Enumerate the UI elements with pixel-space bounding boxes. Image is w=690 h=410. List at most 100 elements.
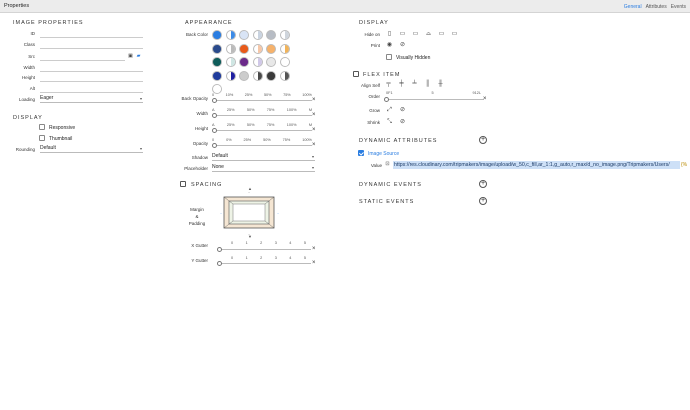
width-track[interactable] (214, 115, 312, 116)
color-swatch[interactable] (266, 30, 276, 40)
color-swatch[interactable] (225, 43, 236, 54)
phone-landscape-icon[interactable]: ▭ (399, 31, 406, 37)
shadow-value: Default (212, 153, 228, 159)
shrink-icon[interactable]: ⤡ (386, 119, 393, 125)
phone-portrait-icon[interactable]: ▯ (386, 31, 393, 37)
swatch-half (244, 58, 248, 66)
tab-general[interactable]: General (624, 4, 642, 10)
alt-field[interactable] (40, 92, 143, 93)
responsive-checkbox[interactable] (39, 124, 45, 130)
height-field[interactable] (40, 81, 143, 82)
color-swatch[interactable] (266, 43, 276, 54)
height-slider-handle[interactable] (212, 128, 217, 133)
close-icon[interactable]: × (312, 112, 316, 118)
rounding-select[interactable]: Default ▾ (40, 145, 143, 153)
color-swatch[interactable] (239, 30, 249, 40)
shadow-select[interactable]: Default ▾ (212, 153, 315, 161)
close-icon[interactable]: × (312, 97, 316, 103)
placeholder-select[interactable]: None ▾ (212, 164, 315, 172)
color-swatch[interactable] (266, 57, 276, 67)
color-swatch[interactable] (279, 70, 290, 81)
tablet-icon[interactable]: ▭ (412, 31, 419, 37)
loading-select[interactable]: Eager ▾ (40, 95, 143, 103)
order-slider-handle[interactable] (384, 97, 389, 102)
close-icon[interactable]: × (312, 246, 316, 252)
flex-item-toggle[interactable] (353, 71, 359, 77)
back-opacity-slider-handle[interactable] (212, 98, 217, 103)
align-stretch-icon[interactable]: ║ (424, 81, 431, 87)
color-swatch[interactable] (225, 70, 236, 81)
expand-icon[interactable]: ⤢ (386, 107, 393, 113)
add-dynamic-event-button[interactable]: + (479, 180, 487, 188)
align-end-icon[interactable]: ╧ (411, 81, 418, 87)
color-swatch[interactable] (266, 70, 276, 81)
margin-top-arrow-icon[interactable]: ▲ (248, 186, 252, 191)
color-swatch[interactable] (212, 30, 222, 40)
padding-box[interactable] (232, 203, 266, 222)
image-picker-icon[interactable]: ▣ (127, 53, 134, 59)
close-icon[interactable]: × (312, 127, 316, 133)
visually-hidden-checkbox[interactable] (386, 54, 392, 60)
tab-attributes[interactable]: Attributes (646, 4, 667, 10)
align-baseline-icon[interactable]: ╫ (437, 81, 444, 87)
close-icon[interactable]: × (312, 142, 316, 148)
align-center-icon[interactable]: ╪ (398, 81, 405, 87)
folder-icon[interactable]: ▰ (135, 53, 142, 59)
binding-icon[interactable]: ⊡ (384, 161, 391, 167)
image-source-value[interactable]: https://res.cloudinary.com/tripmakers/im… (393, 161, 680, 169)
color-swatch[interactable] (212, 57, 222, 67)
y-gutter-track[interactable] (219, 263, 311, 264)
src-field[interactable] (40, 60, 125, 61)
spacing-toggle[interactable] (180, 181, 186, 187)
none-icon[interactable]: ⊘ (399, 119, 406, 125)
y-gutter-label: Y Gutter (191, 258, 208, 263)
color-swatch[interactable] (279, 57, 290, 67)
laptop-icon[interactable]: ⌓ (425, 31, 432, 37)
margin-bottom-arrow-icon[interactable]: ▼ (248, 234, 252, 239)
color-swatch[interactable] (252, 43, 263, 54)
order-track[interactable] (386, 99, 484, 100)
color-swatch[interactable] (239, 43, 249, 54)
add-dynamic-attribute-button[interactable]: + (479, 136, 487, 144)
margin-padding-box[interactable]: - - - - (218, 190, 282, 236)
eye-slash-icon[interactable]: ⊘ (399, 42, 406, 48)
color-swatch[interactable] (212, 70, 222, 81)
id-field[interactable] (40, 37, 143, 38)
width-field[interactable] (40, 71, 143, 72)
expression-brace-icon[interactable]: {% (681, 162, 687, 168)
color-swatch[interactable] (212, 43, 222, 54)
color-swatch[interactable] (279, 30, 290, 40)
opacity-slider-handle[interactable] (212, 143, 217, 148)
color-swatch[interactable] (225, 57, 236, 67)
tick: 10% (225, 93, 234, 97)
color-swatch[interactable] (252, 30, 263, 40)
tab-events[interactable]: Events (671, 4, 686, 10)
wide-desktop-icon[interactable]: ▭ (451, 31, 458, 37)
tick-spacer (393, 91, 432, 95)
add-static-event-button[interactable]: + (479, 197, 487, 205)
color-swatch[interactable] (252, 70, 263, 81)
color-swatch[interactable] (239, 70, 249, 81)
color-swatch[interactable] (239, 57, 249, 67)
none-icon[interactable]: ⊘ (399, 107, 406, 113)
opacity-track[interactable] (214, 145, 312, 146)
image-source-checkbox[interactable] (358, 150, 364, 156)
height-track[interactable] (214, 130, 312, 131)
color-swatch[interactable] (279, 43, 290, 54)
close-icon[interactable]: × (312, 260, 316, 266)
width-label: Width (23, 65, 35, 70)
close-icon[interactable]: × (483, 96, 487, 102)
color-swatch[interactable] (252, 57, 263, 67)
thumbnail-checkbox[interactable] (39, 135, 45, 141)
x-gutter-slider-handle[interactable] (217, 247, 222, 252)
y-gutter-slider-handle[interactable] (217, 261, 222, 266)
align-start-icon[interactable]: ╤ (385, 81, 392, 87)
class-field[interactable] (40, 48, 143, 49)
x-gutter-track[interactable] (219, 249, 311, 250)
eye-icon[interactable]: ◉ (386, 42, 393, 48)
back-opacity-track[interactable] (214, 100, 312, 101)
color-swatch[interactable] (225, 30, 236, 40)
desktop-icon[interactable]: ▭ (438, 31, 445, 37)
tick: 100% (302, 138, 312, 142)
width-slider-handle[interactable] (212, 113, 217, 118)
